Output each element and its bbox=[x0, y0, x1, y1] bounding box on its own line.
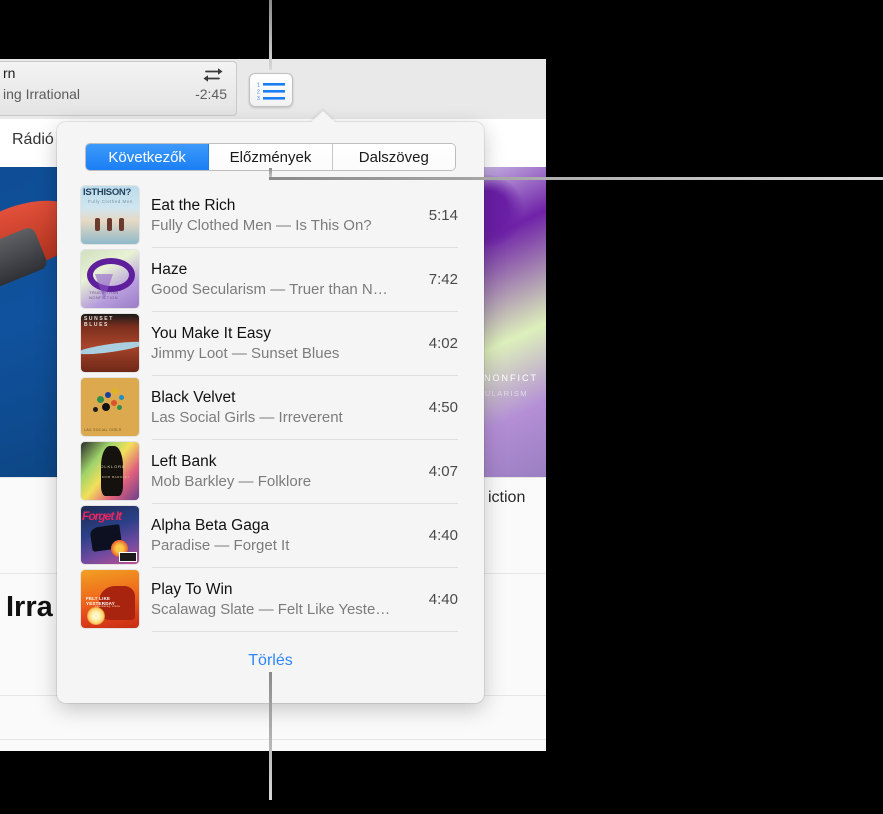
repeat-icon[interactable] bbox=[202, 66, 226, 84]
table-row[interactable]: FOLKLORE MOB BARKLEY Left Bank Mob Barkle… bbox=[57, 439, 484, 503]
track-subtitle: Good Secularism — Truer than N… bbox=[151, 280, 388, 298]
track-duration: 4:40 bbox=[428, 526, 458, 544]
up-next-popover: Következők Előzmények Dalszöveg ISTHISON… bbox=[57, 111, 484, 703]
table-row[interactable]: Forget It Alpha Beta Gaga Paradise — For… bbox=[57, 503, 484, 567]
now-playing-display[interactable]: rn ing Irrational -2:45 bbox=[0, 61, 237, 116]
irreverent-artwork: LAS SOCIAL GIRLS bbox=[81, 378, 139, 436]
felt-like-yesterday-artwork: FELT LIKE YESTERDAY scalawag slate bbox=[81, 570, 139, 628]
table-row[interactable]: TRUER THAN NONFICTION Haze Good Seculari… bbox=[57, 247, 484, 311]
track-subtitle: Fully Clothed Men — Is This On? bbox=[151, 216, 372, 234]
now-playing-title: rn bbox=[3, 65, 16, 81]
track-duration: 7:42 bbox=[428, 270, 458, 288]
row-separator bbox=[152, 503, 458, 504]
right-album-caption-line2: CULARISM bbox=[478, 389, 528, 398]
up-next-track-list: ISTHISON? Fully Clothed Men Eat the Rich … bbox=[57, 183, 484, 631]
track-title: Haze bbox=[151, 260, 188, 278]
hero-album-art-right: NONFICT CULARISM bbox=[478, 167, 546, 477]
track-subtitle: Jimmy Loot — Sunset Blues bbox=[151, 344, 340, 362]
row-separator bbox=[152, 375, 458, 376]
sunset-blues-artwork: SUNSET BLUES bbox=[81, 314, 139, 372]
numbered-list-icon: 1 2 3 bbox=[257, 82, 285, 101]
table-row[interactable]: ISTHISON? Fully Clothed Men Eat the Rich … bbox=[57, 183, 484, 247]
forget-it-artwork: Forget It bbox=[81, 506, 139, 564]
nav-tab-radio[interactable]: Rádió bbox=[12, 131, 54, 149]
clear-row: Törlés bbox=[57, 631, 484, 670]
up-next-button[interactable]: 1 2 3 bbox=[249, 73, 293, 107]
track-duration: 4:50 bbox=[428, 398, 458, 416]
right-album-caption-line1: NONFICT bbox=[484, 373, 538, 383]
table-row[interactable]: FELT LIKE YESTERDAY scalawag slate Play T… bbox=[57, 567, 484, 631]
tab-lyrics[interactable]: Dalszöveg bbox=[332, 144, 455, 170]
track-subtitle: Paradise — Forget It bbox=[151, 536, 290, 554]
row-separator bbox=[152, 439, 458, 440]
remaining-time: -2:45 bbox=[195, 86, 227, 102]
truer-than-nonfiction-artwork: TRUER THAN NONFICTION bbox=[81, 250, 139, 308]
track-title: Left Bank bbox=[151, 452, 217, 470]
row-separator bbox=[152, 247, 458, 248]
table-row[interactable]: LAS SOCIAL GIRLS Black Velvet Las Social… bbox=[57, 375, 484, 439]
table-row[interactable]: SUNSET BLUES You Make It Easy Jimmy Loot… bbox=[57, 311, 484, 375]
track-subtitle: Las Social Girls — Irreverent bbox=[151, 408, 343, 426]
track-duration: 4:02 bbox=[428, 334, 458, 352]
svg-text:2: 2 bbox=[257, 89, 260, 95]
background-caption: iction bbox=[488, 489, 526, 506]
track-title: You Make It Easy bbox=[151, 324, 272, 342]
now-playing-subtitle: ing Irrational bbox=[3, 86, 81, 102]
callout-line-tabs bbox=[269, 177, 883, 180]
track-title: Alpha Beta Gaga bbox=[151, 516, 270, 534]
track-title: Play To Win bbox=[151, 580, 233, 598]
track-title: Black Velvet bbox=[151, 388, 236, 406]
folklore-artwork: FOLKLORE MOB BARKLEY bbox=[81, 442, 139, 500]
track-title: Eat the Rich bbox=[151, 196, 236, 214]
clear-separator bbox=[152, 631, 458, 632]
tab-history[interactable]: Előzmények bbox=[209, 144, 333, 170]
callout-line-up-next bbox=[269, 0, 272, 70]
clear-button[interactable]: Törlés bbox=[248, 652, 292, 670]
popover-tab-group: Következők Előzmények Dalszöveg bbox=[85, 143, 456, 171]
track-duration: 5:14 bbox=[428, 206, 458, 224]
popover-arrow bbox=[310, 111, 336, 123]
background-big-title: Irra bbox=[6, 591, 53, 623]
callout-line-clear bbox=[269, 672, 272, 800]
track-subtitle: Mob Barkley — Folklore bbox=[151, 472, 312, 490]
row-separator bbox=[152, 567, 458, 568]
svg-text:1: 1 bbox=[257, 82, 260, 88]
tab-up-next[interactable]: Következők bbox=[86, 144, 210, 170]
track-duration: 4:07 bbox=[428, 462, 458, 480]
is-this-on-artwork: ISTHISON? Fully Clothed Men bbox=[81, 186, 139, 244]
track-duration: 4:40 bbox=[428, 590, 458, 608]
track-subtitle: Scalawag Slate — Felt Like Yeste… bbox=[151, 600, 391, 618]
svg-text:3: 3 bbox=[257, 96, 260, 101]
row-separator bbox=[152, 311, 458, 312]
